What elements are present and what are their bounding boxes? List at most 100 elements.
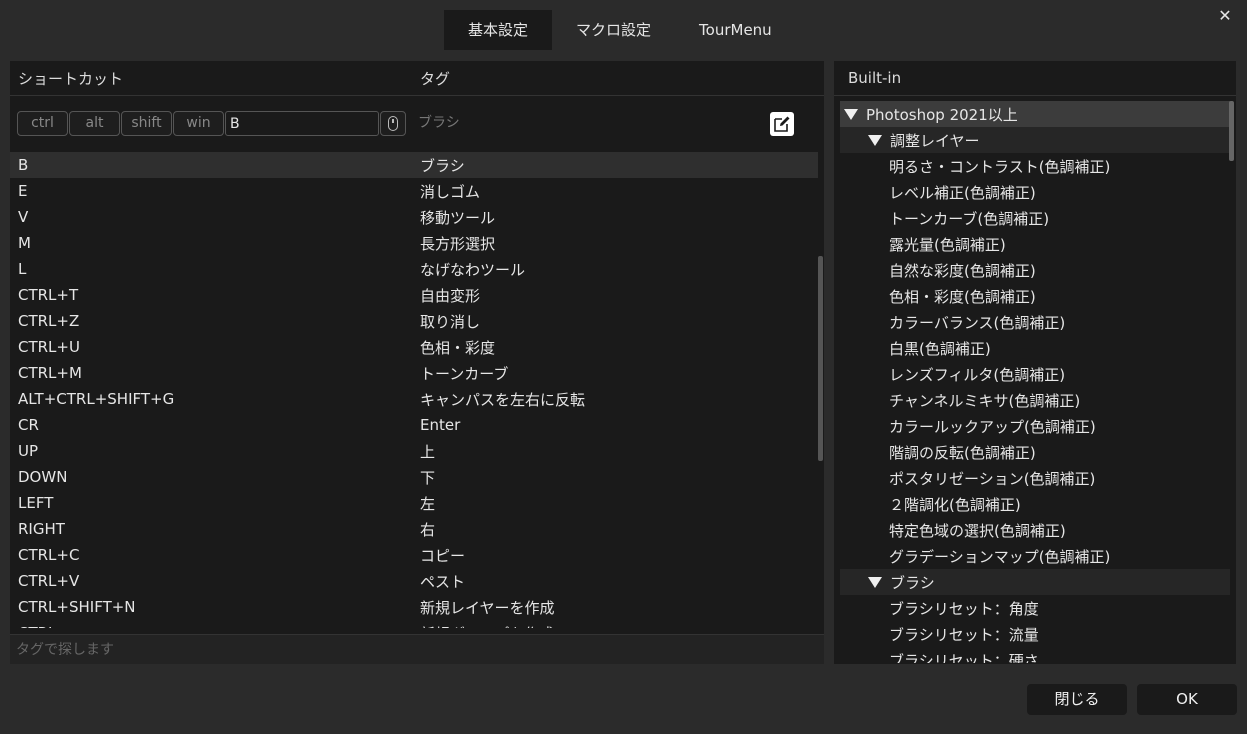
tag-cell: 右 [420, 520, 436, 539]
tree-item-label: レンズフィルタ(色調補正) [889, 365, 1066, 384]
edit-button[interactable] [770, 112, 794, 136]
shortcut-editor: ctrl alt shift win ブラシ [10, 96, 824, 151]
shortcut-row[interactable]: CTRL+C コピー [10, 542, 818, 568]
tree-item[interactable]: ポスタリゼーション(色調補正) [840, 465, 1230, 491]
shortcut-row[interactable]: ALT+CTRL+SHIFT+G キャンパスを左右に反転 [10, 386, 818, 412]
tree-item[interactable]: チャンネルミキサ(色調補正) [840, 387, 1230, 413]
mouse-icon [388, 116, 398, 131]
shortcut-list-scrollbar[interactable] [818, 256, 823, 461]
builtin-tree-scrollbar[interactable] [1229, 101, 1234, 161]
shortcut-row[interactable]: M 長方形選択 [10, 230, 818, 256]
tag-cell: 取り消し [420, 312, 481, 331]
tree-item[interactable]: 露光量(色調補正) [840, 231, 1230, 257]
shortcut-table-header: ショートカット タグ [10, 61, 824, 96]
shortcut-panel: ショートカット タグ ctrl alt shift win ブラシ B ブラシ E 消… [10, 61, 824, 664]
tree-item[interactable]: 自然な彩度(色調補正) [840, 257, 1230, 283]
shortcut-row[interactable]: B ブラシ [10, 152, 818, 178]
tree-item-label: 階調の反転(色調補正) [889, 443, 1036, 462]
ctrl-toggle-button[interactable]: ctrl [17, 111, 68, 136]
key-input[interactable] [225, 111, 379, 136]
shortcut-cell: UP [18, 442, 39, 460]
shortcut-row[interactable]: RIGHT 右 [10, 516, 818, 542]
shortcut-cell: CTRL+T [18, 286, 79, 304]
shortcut-row[interactable]: UP 上 [10, 438, 818, 464]
shortcut-row[interactable]: CTRL+M トーンカーブ [10, 360, 818, 386]
mouse-button[interactable] [380, 111, 406, 136]
shortcut-list: B ブラシ E 消しゴム V 移動ツール M 長方形選択 L なげなわツール CTRL+T 自由変形 C… [10, 152, 818, 628]
tree-item[interactable]: レベル補正(色調補正) [840, 179, 1230, 205]
tree-group[interactable]: 調整レイヤー [840, 127, 1230, 153]
tree-item[interactable]: 階調の反転(色調補正) [840, 439, 1230, 465]
tag-cell: 下 [420, 468, 436, 487]
shortcut-row[interactable]: CTRL+V ペスト [10, 568, 818, 594]
tag-cell: ブラシ [420, 156, 465, 175]
tree-item[interactable]: ブラシリセット：角度 [840, 595, 1230, 621]
shortcut-cell: L [18, 260, 27, 278]
tree-item-label: 特定色域の選択(色調補正) [889, 521, 1066, 540]
shortcut-row[interactable]: E 消しゴム [10, 178, 818, 204]
tree-item-label: トーンカーブ(色調補正) [889, 209, 1050, 228]
shortcut-row[interactable]: DOWN 下 [10, 464, 818, 490]
shift-toggle-button[interactable]: shift [121, 111, 172, 136]
alt-toggle-button[interactable]: alt [69, 111, 120, 136]
tree-group[interactable]: ブラシ [840, 569, 1230, 595]
tree-group[interactable]: Photoshop 2021以上 [840, 101, 1230, 127]
shortcut-row[interactable]: V 移動ツール [10, 204, 818, 230]
tree-item[interactable]: 色相・彩度(色調補正) [840, 283, 1230, 309]
tag-column-header: タグ [420, 69, 451, 88]
shortcut-cell: CTRL+Z [18, 312, 80, 330]
tree-item[interactable]: 明るさ・コントラスト(色調補正) [840, 153, 1230, 179]
tree-item[interactable]: ブラシリセット：流量 [840, 621, 1230, 647]
tree-item[interactable]: レンズフィルタ(色調補正) [840, 361, 1230, 387]
tree-item[interactable]: ２階調化(色調補正) [840, 491, 1230, 517]
expand-triangle-icon[interactable] [868, 576, 882, 588]
tree-item[interactable]: カラーバランス(色調補正) [840, 309, 1230, 335]
tag-cell: ペスト [420, 572, 466, 591]
tree-item[interactable]: 特定色域の選択(色調補正) [840, 517, 1230, 543]
tab-macro-settings[interactable]: マクロ設定 [552, 10, 675, 50]
tree-item-label: グラデーションマップ(色調補正) [889, 547, 1111, 566]
shortcut-row[interactable]: L なげなわツール [10, 256, 818, 282]
tree-item-label: 自然な彩度(色調補正) [889, 261, 1036, 280]
tree-item-label: ポスタリゼーション(色調補正) [889, 469, 1096, 488]
shortcut-cell: M [18, 234, 31, 252]
expand-triangle-icon[interactable] [868, 134, 882, 146]
shortcut-row[interactable]: CTRL+Z 取り消し [10, 308, 818, 334]
tag-search-bar [10, 634, 824, 664]
tree-item[interactable]: グラデーションマップ(色調補正) [840, 543, 1230, 569]
tree-item-label: レベル補正(色調補正) [889, 183, 1036, 202]
shortcut-cell: CTRL+U [18, 338, 80, 356]
tab-tourmenu[interactable]: TourMenu [675, 10, 796, 50]
close-icon[interactable]: ✕ [1215, 6, 1235, 26]
tree-item-label: 調整レイヤー [890, 131, 980, 150]
tag-cell: 移動ツール [420, 208, 496, 227]
tag-cell: 新規グループを作成 [420, 623, 554, 629]
tree-item-label: カラーバランス(色調補正) [889, 313, 1066, 332]
shortcut-row[interactable]: LEFT 左 [10, 490, 818, 516]
win-toggle-button[interactable]: win [173, 111, 224, 136]
expand-triangle-icon[interactable] [844, 108, 858, 120]
tag-cell: なげなわツール [420, 260, 526, 279]
tree-item[interactable]: カラールックアップ(色調補正) [840, 413, 1230, 439]
shortcut-row[interactable]: CR Enter [10, 412, 818, 438]
tag-search-input[interactable] [10, 635, 824, 664]
tag-cell: 自由変形 [420, 286, 481, 305]
close-button[interactable]: 閉じる [1027, 684, 1127, 715]
shortcut-row[interactable]: CTRL+U 色相・彩度 [10, 334, 818, 360]
builtin-panel: Built-in Photoshop 2021以上 調整レイヤー 明るさ・コントラス… [834, 61, 1236, 664]
tree-item-label: 露光量(色調補正) [889, 235, 1006, 254]
tree-item[interactable]: トーンカーブ(色調補正) [840, 205, 1230, 231]
tree-item-label: ブラシリセット：硬さ [889, 651, 1039, 664]
tree-item-label: チャンネルミキサ(色調補正) [889, 391, 1081, 410]
shortcut-row[interactable]: CTRL+...新規グループを作成 [10, 620, 818, 628]
shortcut-cell: LEFT [18, 494, 54, 512]
tree-item-label: ブラシリセット：角度 [889, 599, 1039, 618]
shortcut-row[interactable]: CTRL+T 自由変形 [10, 282, 818, 308]
tree-item[interactable]: ブラシリセット：硬さ [840, 647, 1230, 664]
shortcut-column-header: ショートカット [18, 69, 124, 88]
tab-basic-settings[interactable]: 基本設定 [444, 10, 553, 50]
edit-icon [774, 116, 790, 132]
tree-item[interactable]: 白黒(色調補正) [840, 335, 1230, 361]
ok-button[interactable]: OK [1137, 684, 1237, 715]
shortcut-row[interactable]: CTRL+SHIFT+N 新規レイヤーを作成 [10, 594, 818, 620]
